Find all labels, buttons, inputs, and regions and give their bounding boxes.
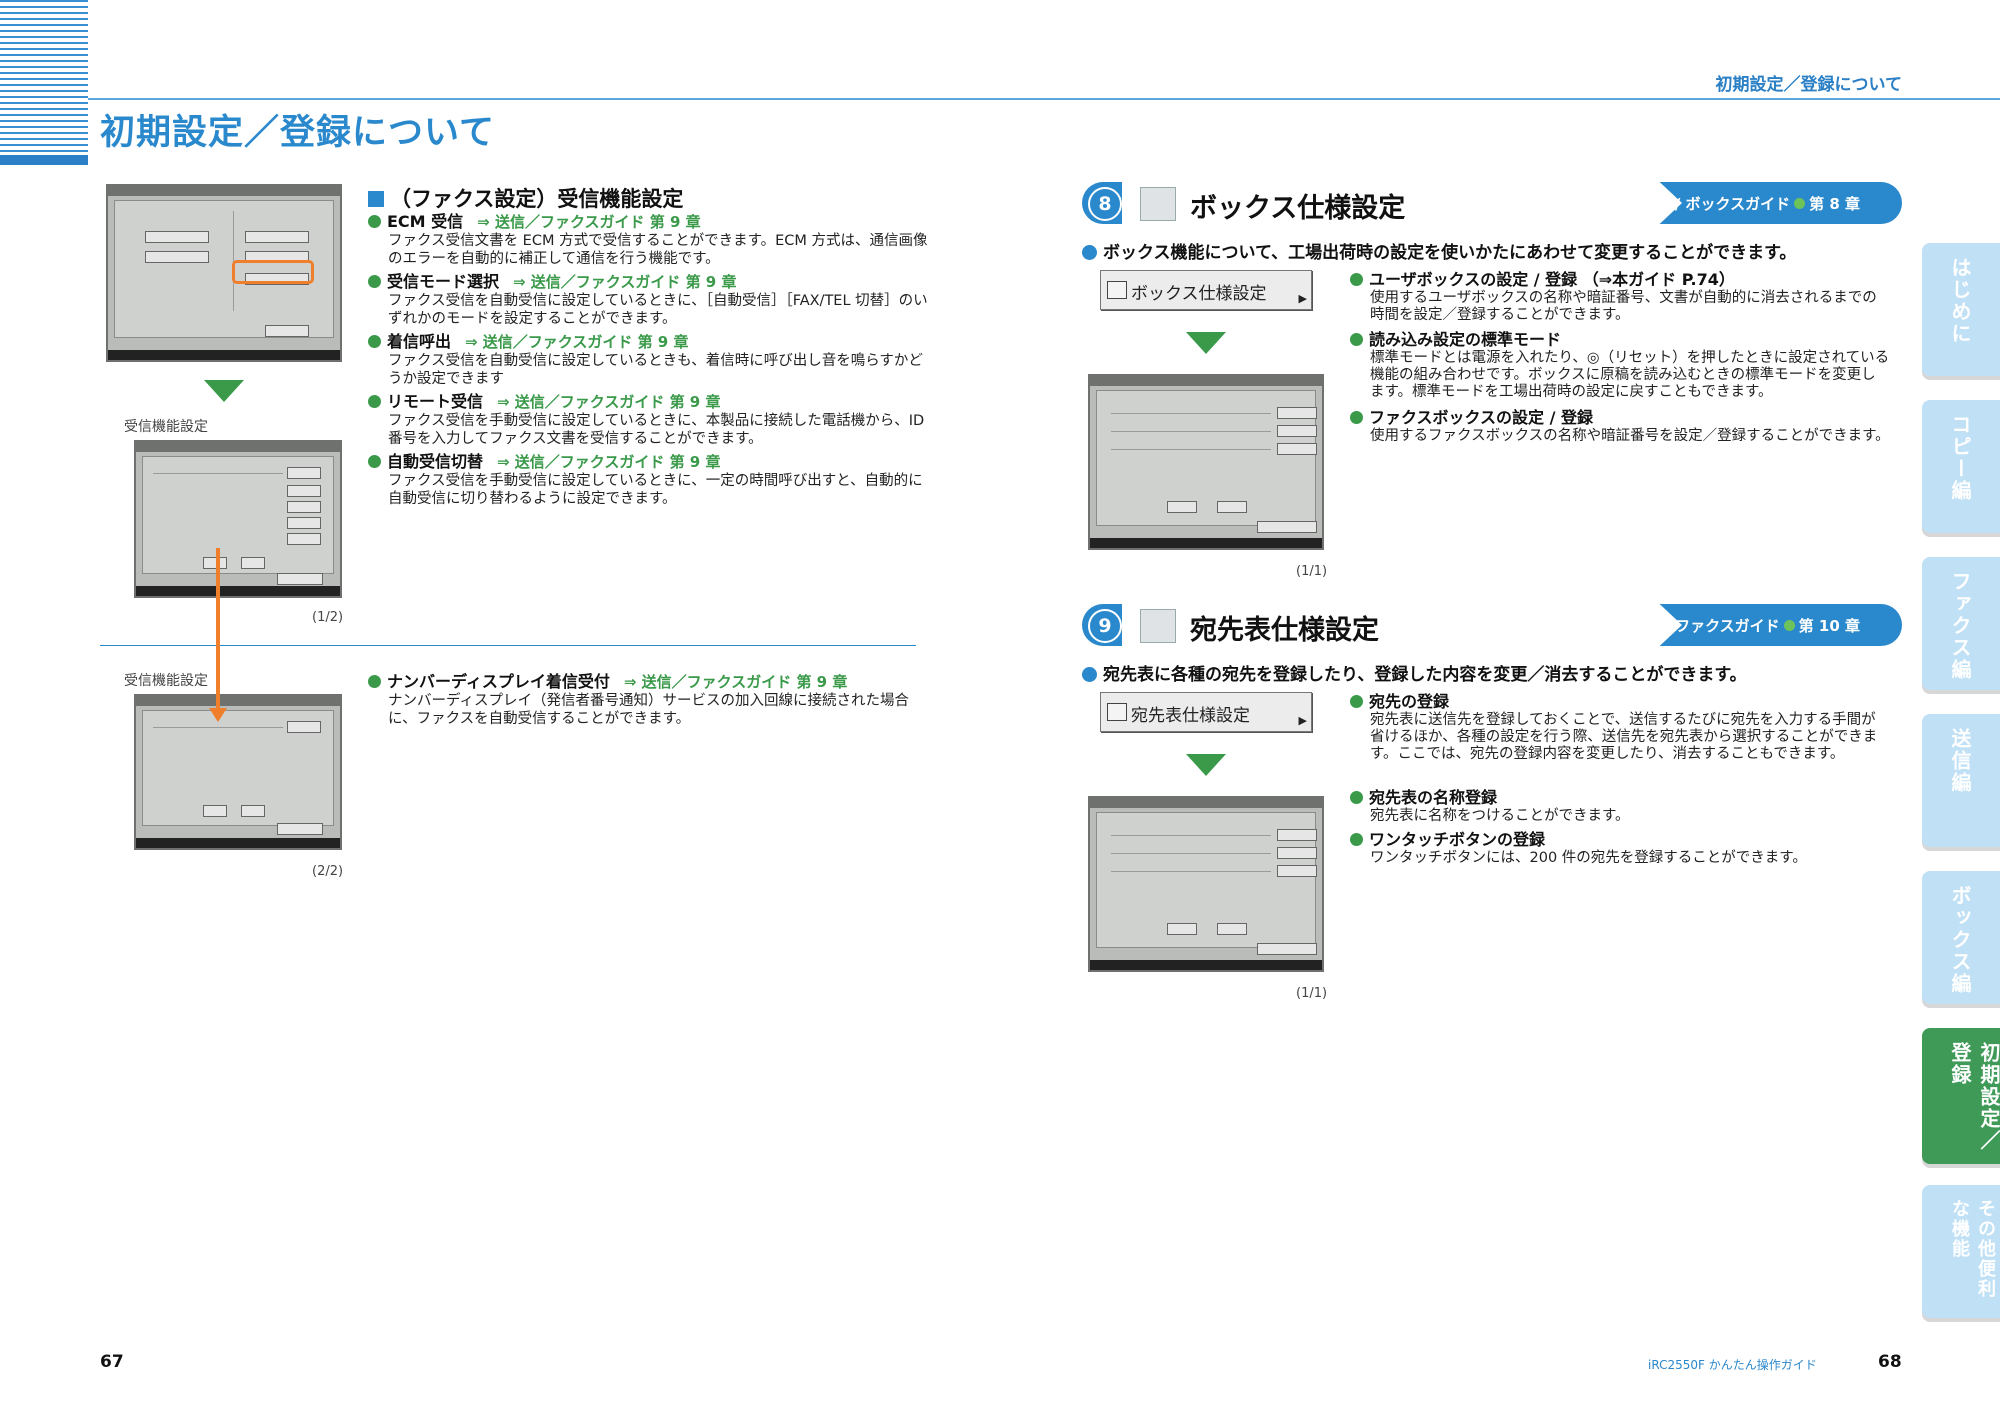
bullet-icon [368, 455, 381, 468]
running-title: 初期設定／登録について [1715, 75, 1903, 95]
screenshot-box-settings [1088, 374, 1324, 550]
header-rule [88, 98, 2000, 100]
bullet-icon [368, 215, 381, 228]
left-section-heading: （ファクス設定）受信機能設定 [368, 183, 683, 213]
bullet-icon [1350, 273, 1363, 286]
bullet-icon [1350, 791, 1363, 804]
box-icon [1107, 281, 1127, 299]
list-item: ECM 受信 ⇒ 送信／ファクスガイド 第 9 章 ファクス受信文書を ECM 方… [368, 212, 928, 268]
list-item: ナンバーディスプレイ着信受付 ⇒ 送信／ファクスガイド 第 9 章 ナンバーディス… [368, 672, 928, 728]
tab-settings-registration[interactable]: 初期設定／登録 [1922, 1028, 2000, 1164]
section-8-lead: ボックス機能について、工場出荷時の設定を使いかたにあわせて変更することができます… [1082, 238, 1796, 263]
screenshot-fax-settings [106, 184, 342, 362]
tab-box[interactable]: ボックス編 [1922, 871, 2000, 1004]
address-book-icon [1107, 703, 1127, 721]
section-title: 宛先表仕様設定 [1190, 615, 1379, 646]
section-8-banner: 8 ボックス仕様設定 コピー / ボックスガイド第 8 章 [1082, 182, 1902, 224]
bullet-icon [368, 395, 381, 408]
list-item: リモート受信 ⇒ 送信／ファクスガイド 第 9 章 ファクス受信を手動受信に設定し… [368, 392, 928, 448]
bullet-icon [1350, 833, 1363, 846]
guide-reference: コピー / ボックスガイド第 8 章 [1624, 195, 1860, 213]
screenshot-address-book-settings [1088, 796, 1324, 972]
bullet-icon [368, 675, 381, 688]
screen2-label: 受信機能設定 [124, 673, 208, 689]
header-stripe-bar [0, 155, 88, 165]
bullet-icon [1350, 411, 1363, 424]
list-item: 宛先表の名称登録 宛先表に名称をつけることができます。 [1350, 788, 1890, 825]
screen1-page-indicator: (1/2) [312, 610, 344, 625]
list-item: 着信呼出 ⇒ 送信／ファクスガイド 第 9 章 ファクス受信を自動受信に設定してい… [368, 332, 928, 388]
triangle-right-icon: ▶ [1298, 292, 1307, 305]
tab-copy[interactable]: コピー編 [1922, 400, 2000, 533]
tab-send[interactable]: 送信編 [1922, 714, 2000, 847]
square-bullet-icon [368, 191, 384, 207]
box-settings-button[interactable]: ボックス仕様設定 ▶ [1100, 270, 1312, 310]
address-book-icon [1140, 609, 1176, 643]
section-9-page-indicator: (1/1) [1296, 986, 1328, 1001]
bullet-icon [1082, 667, 1097, 682]
section-divider [100, 645, 916, 646]
down-arrow-icon [204, 380, 244, 402]
bullet-icon [1082, 245, 1097, 260]
list-item: ユーザボックスの設定 / 登録 （⇒本ガイド P.74） 使用するユーザボックス… [1350, 270, 1890, 324]
header-stripes [0, 0, 88, 165]
list-item: ファクスボックスの設定 / 登録 使用するファクスボックスの名称や暗証番号を設定… [1350, 408, 1890, 445]
guide-reference: 送信 / ファクスガイド第 10 章 [1629, 617, 1860, 635]
screen1-label: 受信機能設定 [124, 419, 208, 435]
list-item: 受信モード選択 ⇒ 送信／ファクスガイド 第 9 章 ファクス受信を自動受信に設定… [368, 272, 928, 328]
footer-guide-name: iRC2550F かんたん操作ガイド [1648, 1358, 1817, 1372]
section-8-page-indicator: (1/1) [1296, 564, 1328, 579]
section-number: 9 [1088, 609, 1122, 643]
left-page-number: 67 [100, 1352, 124, 1372]
down-arrow-icon [1186, 332, 1226, 354]
right-page-number: 68 [1878, 1352, 1902, 1372]
down-arrow-icon [1186, 754, 1226, 776]
section-9-lead: 宛先表に各種の宛先を登録したり、登録した内容を変更／消去することができます。 [1082, 660, 1747, 685]
list-item: 宛先の登録 宛先表に送信先を登録しておくことで、送信するたびに宛先を入力する手間… [1350, 692, 1890, 763]
tab-fax[interactable]: ファクス編 [1922, 557, 2000, 690]
list-item: 自動受信切替 ⇒ 送信／ファクスガイド 第 9 章 ファクス受信を手動受信に設定し… [368, 452, 928, 508]
section-number: 8 [1088, 187, 1122, 221]
highlight-box [232, 260, 314, 284]
box-icon [1140, 187, 1176, 221]
bullet-icon [1350, 333, 1363, 346]
triangle-right-icon: ▶ [1298, 714, 1307, 727]
bullet-icon [368, 275, 381, 288]
screenshot-receive-settings-1 [134, 440, 342, 598]
connector-arrow-head [209, 708, 227, 722]
list-item: 読み込み設定の標準モード 標準モードとは電源を入れたり、◎（リセット）を押したと… [1350, 330, 1890, 401]
section-9-banner: 9 宛先表仕様設定 送信 / ファクスガイド第 10 章 [1082, 604, 1902, 646]
tab-introduction[interactable]: はじめに [1922, 243, 2000, 376]
screenshot-receive-settings-2 [134, 694, 342, 850]
page-title: 初期設定／登録について [100, 113, 495, 153]
bullet-icon [1350, 695, 1363, 708]
list-item: ワンタッチボタンの登録 ワンタッチボタンには、200 件の宛先を登録することがで… [1350, 830, 1890, 867]
section-title: ボックス仕様設定 [1190, 193, 1406, 224]
address-book-settings-button[interactable]: 宛先表仕様設定 ▶ [1100, 692, 1312, 732]
tab-other-features[interactable]: その他便利な機能 [1922, 1185, 2000, 1318]
screen2-page-indicator: (2/2) [312, 864, 344, 879]
bullet-icon [368, 335, 381, 348]
connector-arrow [216, 548, 220, 710]
